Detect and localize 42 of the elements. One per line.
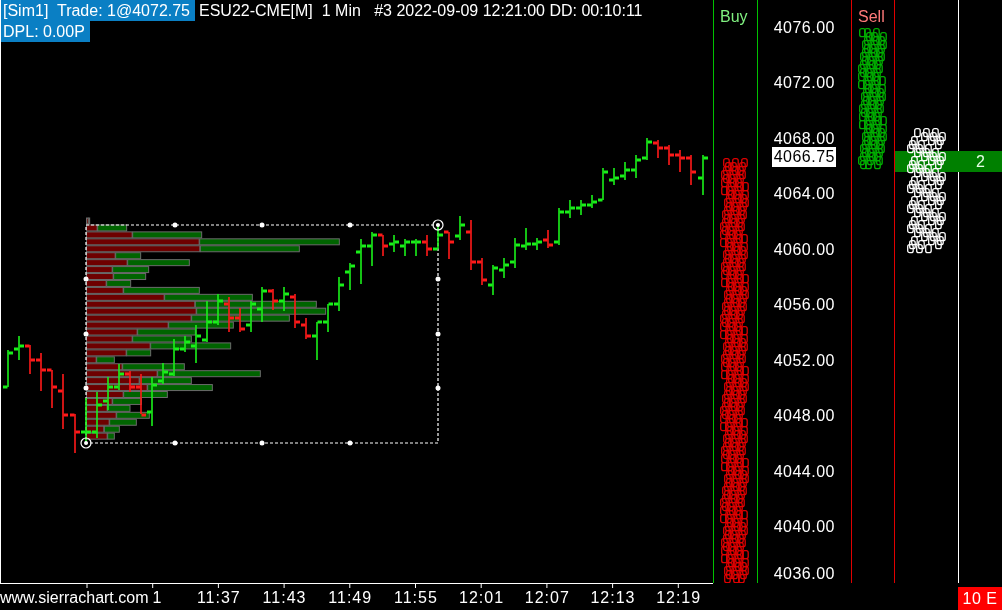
website-text: www.sierrachart.com bbox=[0, 588, 149, 607]
time-axis-label: 11:49 bbox=[328, 588, 373, 607]
current-price-label: 4066.75 bbox=[771, 147, 836, 167]
time-axis-label: 12:07 bbox=[524, 588, 570, 607]
handle-dot-icon[interactable] bbox=[435, 385, 441, 391]
circled-handle-icon[interactable] bbox=[80, 437, 92, 449]
time-axis-label: 11:43 bbox=[262, 588, 307, 607]
handle-dot-icon[interactable] bbox=[172, 440, 178, 446]
price-axis-label: 4040.00 bbox=[773, 518, 835, 537]
handle-dot-icon[interactable] bbox=[347, 440, 353, 446]
buy-column-title: Buy bbox=[720, 7, 748, 26]
account-trade-label: [Sim1] Trade: 1@4072.75 bbox=[1, 0, 195, 21]
price-axis-label: 4048.00 bbox=[773, 407, 835, 426]
price-axis-label: 4036.00 bbox=[773, 564, 835, 583]
time-axis-label: 12:19 bbox=[656, 588, 702, 607]
price-axis-label: 4076.00 bbox=[773, 18, 835, 37]
price-axis-label: 4064.00 bbox=[773, 185, 835, 204]
price-axis-label: 4056.00 bbox=[773, 296, 835, 315]
time-axis-label: 11:55 bbox=[393, 588, 438, 607]
handle-dot-icon[interactable] bbox=[83, 385, 89, 391]
price-axis-label: 4044.00 bbox=[773, 462, 835, 481]
handle-dot-icon[interactable] bbox=[259, 222, 265, 228]
handle-dot-icon[interactable] bbox=[435, 331, 441, 337]
handle-dot-icon[interactable] bbox=[347, 222, 353, 228]
row-value: 2 bbox=[976, 152, 985, 171]
time-axis-label: 1 bbox=[152, 588, 162, 607]
dpl-label: DPL: 0.00P bbox=[1, 21, 90, 42]
time-axis-label: 12:13 bbox=[590, 588, 636, 607]
price-axis-label: 4060.00 bbox=[773, 240, 835, 259]
handle-dot-icon[interactable] bbox=[259, 440, 265, 446]
handle-dot-icon[interactable] bbox=[435, 276, 441, 282]
sell-column-title: Sell bbox=[858, 7, 885, 26]
handle-dot-icon[interactable] bbox=[83, 276, 89, 282]
time-axis-label: 11:37 bbox=[196, 588, 241, 607]
circled-handle-icon[interactable] bbox=[432, 219, 444, 231]
time-axis-label: 12:01 bbox=[459, 588, 505, 607]
price-axis-label: 4068.00 bbox=[773, 129, 835, 148]
handle-dot-icon[interactable] bbox=[172, 222, 178, 228]
price-axis-label: 4052.00 bbox=[773, 351, 835, 370]
status-badge: 10 E bbox=[958, 587, 1002, 610]
price-axis-label: 4072.00 bbox=[773, 74, 835, 93]
handle-dot-icon[interactable] bbox=[83, 331, 89, 337]
